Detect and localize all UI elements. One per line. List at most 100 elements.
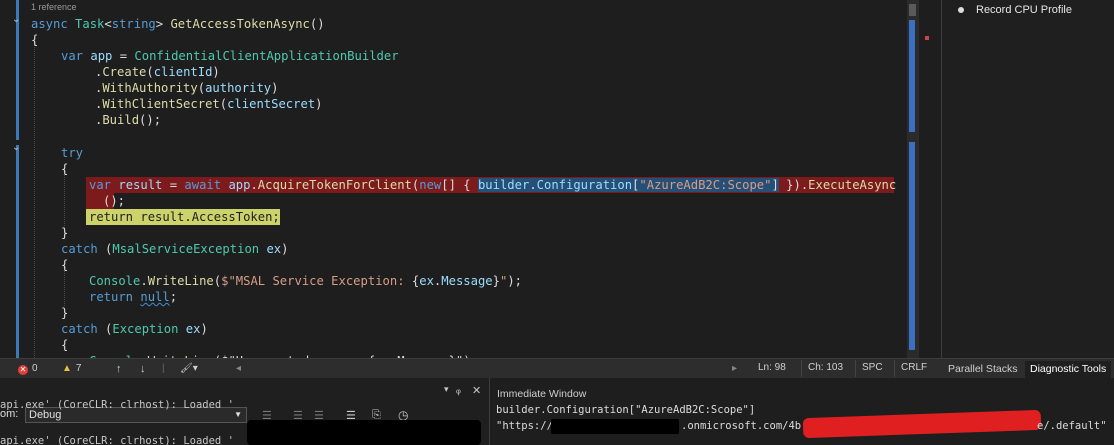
code-token: { [61,162,69,176]
scroll-right-icon[interactable]: ▸ [732,363,737,374]
output-pane: ▾ ᵩ ✕ om: Debug ▼ ☰ ☰ ☰ ☰ ⎘ ◷ api.exe' (C… [0,378,490,445]
code-token: > [155,17,171,31]
code-token: Configuration [536,178,633,192]
code-lens-references[interactable]: 1 reference [31,2,77,12]
code-token: var [61,49,91,63]
immediate-result-start: "https:// [496,420,553,432]
code-token: = [112,49,135,63]
immediate-result-end: e/.default" [1037,420,1107,432]
breakpoint-marker [925,36,929,40]
code-line[interactable]: } [61,225,68,241]
code-token: authority [205,81,272,95]
code-token: catch [61,322,106,336]
editor-vertical-scrollbar[interactable] [907,0,918,358]
code-token: app [228,178,251,192]
code-token: Create [102,65,147,79]
code-line[interactable]: .Build(); [95,112,161,128]
code-line[interactable]: { [31,32,38,48]
code-line[interactable]: .WithClientSecret(clientSecret) [95,96,323,112]
immediate-expression[interactable]: builder.Configuration["AzureAdB2C:Scope"… [496,404,755,416]
code-token: ( [197,81,206,95]
code-token: catch [61,242,106,256]
code-line[interactable]: return null; [89,289,177,305]
code-line[interactable]: var app = ConfidentialClientApplicationB… [61,48,399,64]
code-line[interactable]: catch (Exception ex) [61,321,208,337]
warning-icon: ▲ [62,363,72,374]
code-line[interactable]: } [61,305,68,321]
tab-diagnostic-tools[interactable]: Diagnostic Tools [1025,361,1112,378]
scroll-thumb[interactable] [909,4,916,16]
code-token: Console [89,274,141,288]
code-line[interactable]: { [61,337,68,353]
code-token: { [61,338,69,352]
spacing-indicator[interactable]: SPC [855,360,889,377]
pane-options-icon[interactable]: ▾ [444,384,449,395]
collapse-method-icon[interactable]: ⌄ [12,14,20,25]
brush-cleanup-icon[interactable]: 🖌▾ [180,363,198,374]
diagnostic-tools-pane: Record CPU Profile [941,0,1114,358]
navigate-up-icon[interactable]: ↑ [116,363,122,375]
code-token: async [31,17,76,31]
code-token: MsalServiceException [112,242,260,256]
code-token: WriteLine [147,274,214,288]
code-token: < [104,17,112,31]
code-token: . [140,274,148,288]
code-line[interactable]: { [61,257,68,273]
scroll-change-marker [909,20,915,132]
code-token: ex [419,274,434,288]
code-line[interactable]: try [61,145,83,161]
code-token: var [89,178,119,192]
code-token: ) [200,322,208,336]
code-token: try [61,146,84,160]
immediate-result-middle: .onmicrosoft.com/4b [681,420,802,432]
code-token: clientSecret [227,97,316,111]
error-count[interactable]: ✕ 0 [18,363,38,375]
code-line[interactable]: (); [103,193,125,209]
code-editor[interactable]: ⌄ ⌄ 1 reference async Task<string> GetAc… [0,0,918,358]
code-token: ( [146,65,154,79]
error-icon: ✕ [18,365,28,375]
code-line[interactable]: .WithAuthority(authority) [95,80,278,96]
pin-icon[interactable]: ᵩ [456,384,461,396]
indent-guide [34,42,35,358]
code-token: new [419,178,442,192]
redacted-region [247,420,481,445]
code-token: app [90,49,113,63]
line-ending-indicator[interactable]: CRLF [894,360,933,377]
code-token: } [492,274,500,288]
code-token: (); [139,113,162,127]
code-token: (); [103,194,126,208]
code-token: } [61,306,69,320]
code-line[interactable]: .Create(clientId) [95,64,220,80]
code-line[interactable]: { [61,161,68,177]
code-token: () [309,17,325,31]
code-token: { [61,258,69,272]
collapse-try-icon[interactable]: ⌄ [12,142,20,153]
code-token: $"MSAL Service Exception: [221,274,412,288]
tab-parallel-stacks[interactable]: Parallel Stacks [943,361,1022,378]
code-token: ) [271,81,279,95]
code-token: = [162,178,185,192]
code-line[interactable]: Console.WriteLine($"MSAL Service Excepti… [89,273,522,289]
code-token: return result.AccessToken; [89,210,280,224]
code-line[interactable]: var result = await app.AcquireTokenForCl… [89,177,896,193]
line-indicator[interactable]: Ln: 98 [752,360,792,377]
code-token: Exception [112,322,179,336]
tool-tabs: Parallel Stacks Diagnostic Tools [941,358,1114,378]
code-token: Task [75,17,105,31]
code-token: . [529,178,537,192]
bullet-icon [958,7,964,13]
close-icon[interactable]: ✕ [472,384,481,397]
code-line[interactable]: catch (MsalServiceException ex) [61,241,289,257]
chevron-down-icon: ▼ [234,410,242,419]
scroll-left-icon[interactable]: ◂ [236,363,241,374]
code-token: clientId [153,65,213,79]
immediate-window[interactable]: Immediate Window builder.Configuration["… [491,378,1114,445]
warning-count[interactable]: ▲ 7 [62,363,81,374]
code-line[interactable]: return result.AccessToken; [89,209,280,225]
column-indicator[interactable]: Ch: 103 [801,360,849,377]
code-line[interactable]: async Task<string> GetAccessTokenAsync() [31,16,325,32]
record-cpu-profile[interactable]: Record CPU Profile [958,4,1072,16]
navigate-down-icon[interactable]: ↓ [140,363,146,375]
